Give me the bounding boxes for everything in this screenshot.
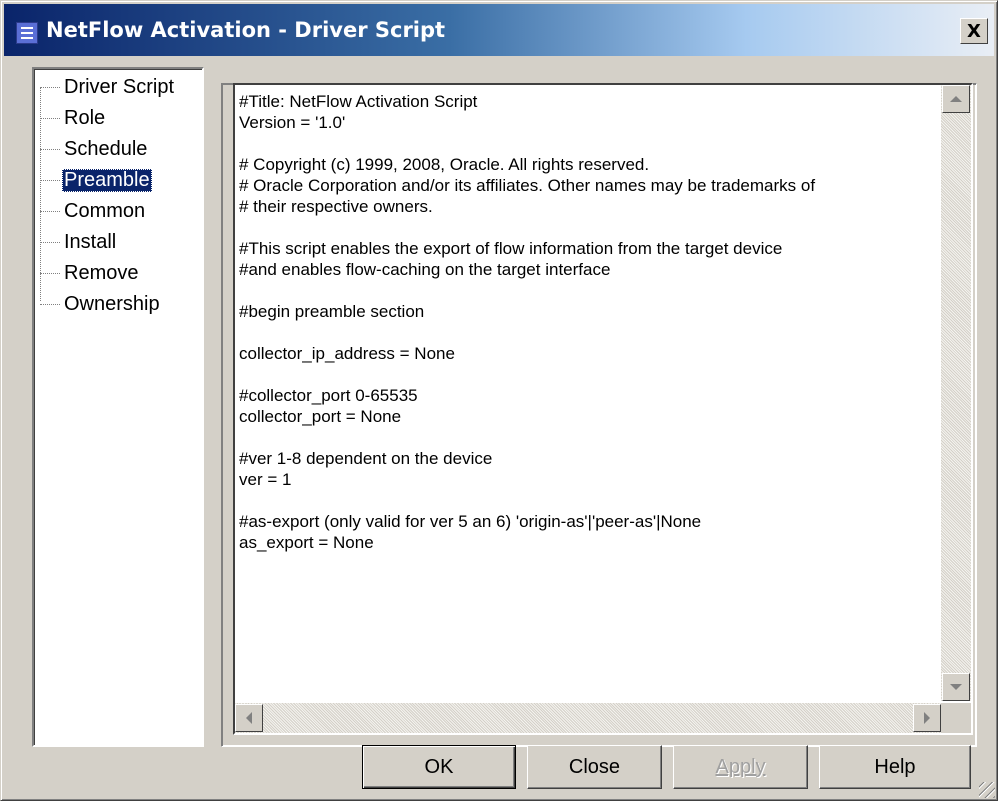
script-line: #collector_port 0-65535: [239, 386, 418, 405]
close-button[interactable]: Close: [527, 745, 662, 789]
arrow-down-icon: [950, 684, 962, 690]
script-text[interactable]: #Title: NetFlow Activation Script Version…: [239, 91, 939, 697]
tree-connector-dash: [40, 210, 60, 212]
script-line: # Copyright (c) 1999, 2008, Oracle. All …: [239, 155, 650, 174]
scroll-down-button[interactable]: [942, 673, 970, 701]
script-line: ver = 1: [239, 470, 292, 489]
tree-item-driver-script[interactable]: Driver Script: [40, 73, 176, 101]
vertical-scrollbar[interactable]: [941, 85, 971, 701]
arrow-left-icon: [246, 712, 252, 724]
tree-connector-dash: [40, 148, 60, 150]
close-button-label: Close: [568, 755, 621, 778]
tree-connector-dash: [40, 117, 60, 119]
script-line: # Oracle Corporation and/or its affiliat…: [239, 176, 816, 195]
tree-item-remove[interactable]: Remove: [40, 259, 140, 287]
script-line: [239, 217, 939, 238]
scrollbar-corner: [941, 703, 971, 733]
script-line: Version = '1.0': [239, 113, 346, 132]
script-line: #as-export (only valid for ver 5 an 6) '…: [239, 512, 702, 531]
tree-item-label: Remove: [64, 261, 139, 284]
script-line: collector_port = None: [239, 407, 402, 426]
script-line: [239, 322, 939, 343]
script-line: #This script enables the export of flow …: [239, 239, 783, 258]
script-line: [239, 427, 939, 448]
scroll-left-button[interactable]: [235, 704, 263, 732]
script-line: [239, 280, 939, 301]
tree-item-label: Role: [64, 106, 106, 129]
apply-button: Apply: [673, 745, 808, 789]
script-line: [239, 490, 939, 511]
tree-item-role[interactable]: Role: [40, 104, 107, 132]
tree-item-common[interactable]: Common: [40, 197, 147, 225]
tree-connector-dash: [40, 272, 60, 274]
help-button-label: Help: [874, 755, 916, 778]
tree-item-schedule[interactable]: Schedule: [40, 135, 149, 163]
script-line: #begin preamble section: [239, 302, 425, 321]
close-icon: X: [967, 20, 981, 42]
app-icon: [16, 22, 38, 44]
script-line: #ver 1-8 dependent on the device: [239, 449, 493, 468]
arrow-right-icon: [924, 712, 930, 724]
tree-item-label: Preamble: [62, 168, 152, 192]
tree-item-ownership[interactable]: Ownership: [40, 290, 162, 318]
script-line: #and enables flow-caching on the target …: [239, 260, 611, 279]
apply-button-label: Apply: [715, 755, 766, 778]
tree-item-install[interactable]: Install: [40, 228, 118, 256]
tree-connector-dash: [40, 86, 60, 88]
tree-item-preamble[interactable]: Preamble: [40, 166, 152, 194]
tree-connector-dash: [40, 241, 60, 243]
script-line: [239, 364, 939, 385]
script-line: #Title: NetFlow Activation Script: [239, 92, 478, 111]
section-tree: Driver Script Role Schedule Preamble Common I…: [32, 67, 204, 747]
tree-item-label: Ownership: [64, 292, 160, 315]
ok-button-label: OK: [424, 755, 454, 778]
script-editor[interactable]: #Title: NetFlow Activation Script Version…: [233, 83, 973, 735]
arrow-up-icon: [950, 96, 962, 102]
script-line: collector_ip_address = None: [239, 344, 455, 363]
ok-button[interactable]: OK: [362, 745, 516, 789]
horizontal-scrollbar[interactable]: [235, 703, 941, 733]
tree-connector-dash: [40, 179, 60, 181]
script-line: [239, 133, 939, 154]
title-bar[interactable]: NetFlow Activation - Driver Script X: [4, 4, 994, 56]
scroll-up-button[interactable]: [942, 85, 970, 113]
tree-connector-dash: [40, 303, 60, 305]
scroll-right-button[interactable]: [913, 704, 941, 732]
script-line: as_export = None: [239, 533, 374, 552]
help-button[interactable]: Help: [819, 745, 971, 789]
tree-item-label: Driver Script: [64, 75, 175, 98]
window-title: NetFlow Activation - Driver Script: [46, 18, 446, 42]
tree-item-label: Schedule: [64, 137, 148, 160]
tree-item-label: Common: [64, 199, 146, 222]
resize-grip-icon[interactable]: [979, 782, 995, 798]
close-window-button[interactable]: X: [960, 18, 988, 44]
tree-item-label: Install: [64, 230, 117, 253]
script-line: # their respective owners.: [239, 197, 433, 216]
